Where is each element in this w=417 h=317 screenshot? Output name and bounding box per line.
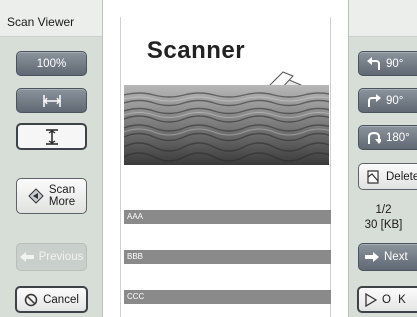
- zoom-label: 100%: [36, 57, 67, 70]
- sand-dune-photo: [124, 85, 329, 165]
- row-bar-aaa: AAA: [124, 210, 331, 224]
- row-bar-bbb: BBB: [124, 250, 331, 264]
- delete-button[interactable]: Delete: [358, 163, 417, 190]
- right-title-bar: [349, 0, 417, 37]
- rotate-left-label: 90°: [386, 57, 404, 70]
- scanned-page: Scanner AAA BBB CCC: [120, 17, 331, 317]
- arrow-right-icon: [365, 252, 379, 262]
- document-title: Scanner: [146, 37, 246, 64]
- previous-button[interactable]: Previous: [16, 243, 87, 271]
- next-label: Next: [384, 251, 408, 263]
- fit-height-icon: [43, 128, 61, 146]
- rotate-180-button[interactable]: 180°: [358, 125, 417, 150]
- rotate-right-label: 90°: [386, 94, 404, 107]
- previous-label: Previous: [38, 251, 84, 263]
- file-size: 30 [KB]: [364, 219, 403, 231]
- right-toolbar: 90° 90° 180° Delete 1/2 30 [KB] Next O K: [348, 0, 417, 317]
- cancel-icon: [24, 293, 38, 307]
- scan-more-label: Scan More: [49, 184, 75, 208]
- fit-width-button[interactable]: [16, 88, 87, 113]
- rotate-right-icon: [367, 93, 381, 108]
- window-title: Scan Viewer: [7, 15, 75, 29]
- row-bar-ccc: CCC: [124, 290, 331, 304]
- scan-more-line1: Scan: [48, 184, 76, 196]
- fit-height-button[interactable]: [16, 123, 87, 150]
- scan-more-line2: More: [48, 196, 76, 208]
- rotate-180-label: 180°: [386, 131, 410, 144]
- left-toolbar: Scan Viewer 100% Scan More Previous Canc…: [0, 0, 103, 317]
- page-indicator: 1/2: [375, 204, 392, 216]
- title-bar: Scan Viewer: [0, 0, 102, 37]
- cancel-label: Cancel: [43, 293, 79, 306]
- rotate-left-button[interactable]: 90°: [358, 51, 417, 76]
- arrow-left-icon: [19, 252, 34, 262]
- rotate-left-icon: [367, 56, 381, 71]
- ok-label: O K: [382, 293, 408, 306]
- fit-width-icon: [41, 93, 63, 109]
- cancel-button[interactable]: Cancel: [15, 286, 88, 313]
- rotate-180-icon: [367, 131, 381, 145]
- zoom-100-button[interactable]: 100%: [16, 51, 87, 76]
- scan-more-button[interactable]: Scan More: [16, 178, 87, 214]
- ok-play-icon: [365, 292, 377, 307]
- next-button[interactable]: Next: [358, 243, 417, 271]
- rotate-right-button[interactable]: 90°: [358, 88, 417, 113]
- delete-label: Delete: [386, 170, 417, 183]
- ok-button[interactable]: O K: [357, 286, 417, 313]
- delete-icon: [365, 169, 381, 185]
- scan-more-icon: [28, 188, 44, 204]
